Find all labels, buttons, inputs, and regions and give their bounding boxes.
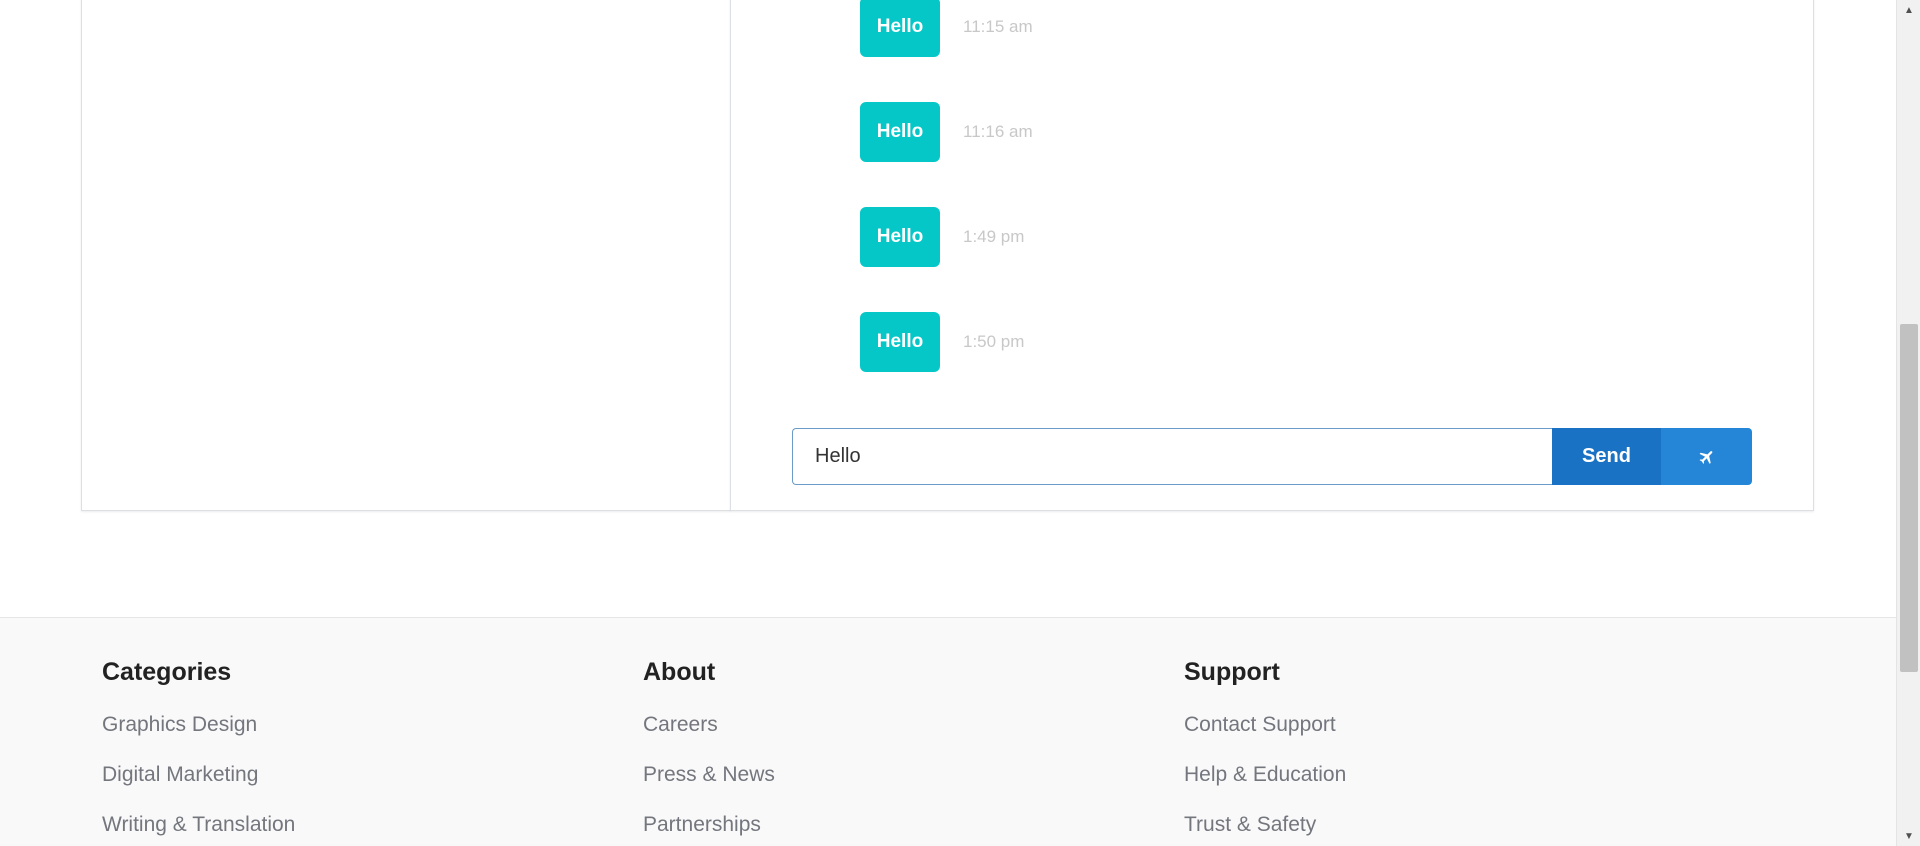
message-bubble: Hello xyxy=(860,102,940,162)
footer-link[interactable]: Digital Marketing xyxy=(102,763,295,813)
conversation-list-panel xyxy=(81,0,731,511)
footer-heading: Support xyxy=(1184,658,1280,686)
footer-link[interactable]: Careers xyxy=(643,713,775,763)
footer-link[interactable]: Graphics Design xyxy=(102,713,295,763)
message-bubble: Hello xyxy=(860,207,940,267)
chat-message: Hello 1:49 pm xyxy=(860,207,1024,267)
footer-column-support: Support Contact Support Help & Education… xyxy=(1184,658,1346,846)
site-footer: Categories Graphics Design Digital Marke… xyxy=(0,617,1896,846)
scroll-up-arrow-icon[interactable]: ▲ xyxy=(1897,0,1920,20)
message-timestamp: 1:50 pm xyxy=(963,332,1025,351)
send-icon-button[interactable] xyxy=(1661,428,1752,485)
footer-column-about: About Careers Press & News Partnerships xyxy=(643,658,775,846)
footer-column-categories: Categories Graphics Design Digital Marke… xyxy=(102,658,295,846)
footer-heading: About xyxy=(643,658,716,686)
message-timestamp: 11:16 am xyxy=(963,122,1033,141)
vertical-scrollbar[interactable]: ▲ ▼ xyxy=(1896,0,1920,846)
message-bubble: Hello xyxy=(860,312,940,372)
message-composer: Send xyxy=(792,428,1752,485)
airplane-icon xyxy=(1699,450,1712,464)
chat-panel: Hello 11:15 am Hello 11:16 am Hello 1:49… xyxy=(730,0,1814,511)
message-timestamp: 11:15 am xyxy=(963,17,1033,36)
message-timestamp: 1:49 pm xyxy=(963,227,1025,246)
chat-message: Hello 11:16 am xyxy=(860,102,1033,162)
chat-message: Hello 11:15 am xyxy=(860,0,1033,57)
footer-link[interactable]: Press & News xyxy=(643,763,775,813)
footer-link[interactable]: Trust & Safety xyxy=(1184,813,1346,846)
footer-link[interactable]: Help & Education xyxy=(1184,763,1346,813)
footer-link[interactable]: Writing & Translation xyxy=(102,813,295,846)
message-input[interactable] xyxy=(792,428,1552,485)
scroll-down-arrow-icon[interactable]: ▼ xyxy=(1897,826,1920,846)
scroll-thumb[interactable] xyxy=(1900,324,1918,672)
footer-link[interactable]: Partnerships xyxy=(643,813,775,846)
footer-heading: Categories xyxy=(102,658,232,686)
chat-message: Hello 1:50 pm xyxy=(860,312,1024,372)
page: Hello 11:15 am Hello 11:16 am Hello 1:49… xyxy=(0,0,1920,846)
message-bubble: Hello xyxy=(860,0,940,57)
footer-link[interactable]: Contact Support xyxy=(1184,713,1346,763)
send-button[interactable]: Send xyxy=(1552,428,1661,485)
